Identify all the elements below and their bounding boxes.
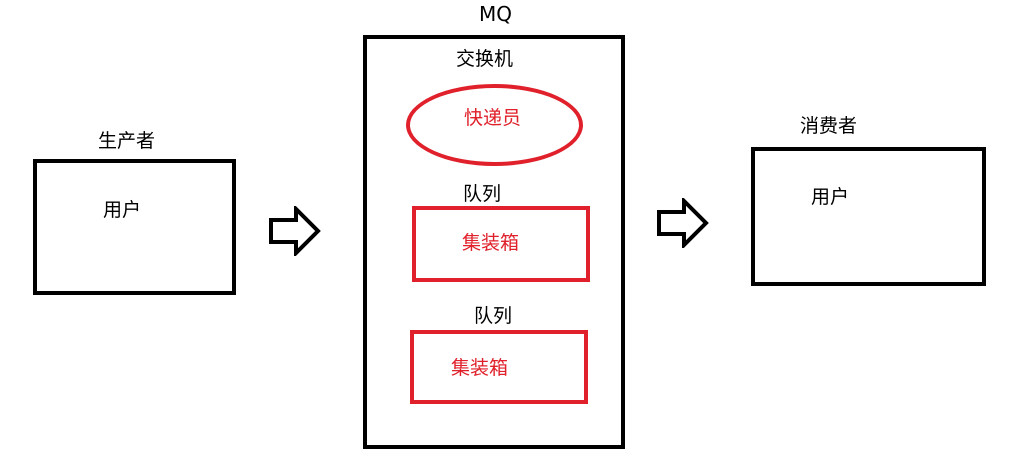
consumer-title: 消费者 bbox=[800, 115, 858, 137]
exchange-label: 快递员 bbox=[464, 107, 522, 129]
consumer-box: 用户 bbox=[751, 147, 986, 286]
producer-title: 生产者 bbox=[98, 130, 156, 152]
arrow-right-icon bbox=[269, 206, 321, 256]
queue-2-label: 集装箱 bbox=[451, 357, 509, 379]
queue-2-title: 队列 bbox=[474, 305, 513, 327]
exchange-title: 交换机 bbox=[456, 48, 514, 70]
queue-1-label: 集装箱 bbox=[462, 232, 520, 254]
arrow-right-icon bbox=[657, 198, 709, 248]
producer-box-label: 用户 bbox=[103, 199, 142, 221]
mq-title: MQ bbox=[479, 2, 512, 26]
consumer-box-label: 用户 bbox=[811, 186, 850, 208]
queue-1-title: 队列 bbox=[463, 183, 502, 205]
producer-box: 用户 bbox=[33, 159, 236, 295]
